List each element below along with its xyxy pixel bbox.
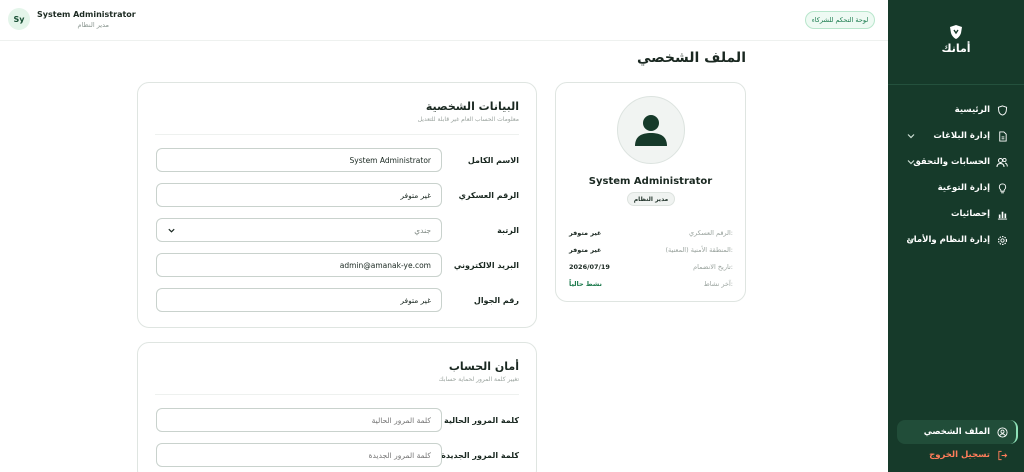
mobile-label: رقم الجوال [473, 296, 519, 305]
card-subtitle: معلومات الحساب العام غير قابلة للتعديل [417, 116, 519, 123]
military-number-field[interactable] [156, 183, 442, 207]
sidebar-item-label: إحصائيات [950, 209, 990, 219]
chevron-down-icon [907, 134, 915, 139]
current-password-label: كلمة المرور الحالية [443, 416, 519, 425]
info-row-security-zone: المنطقة الأمنية (المعنية): غير متوفر [569, 246, 733, 256]
info-value: 2026/07/19 [569, 263, 610, 271]
current-password-input[interactable] [156, 408, 442, 432]
profile-card: System Administrator مدير النظام الرقم ا… [555, 82, 746, 302]
user-role: مدير النظام [77, 21, 109, 29]
avatar[interactable]: Sy [8, 8, 30, 30]
new-password-label: كلمة المرور الجديدة [441, 451, 519, 460]
mobile-field[interactable] [156, 288, 442, 312]
info-value: نشط حالياً [569, 280, 602, 288]
user-name: System Administrator [37, 10, 136, 19]
sidebar-item-system-security[interactable]: إدارة النظام والأمان [888, 228, 1024, 252]
lightbulb-icon [996, 182, 1008, 194]
new-password-input[interactable] [156, 443, 442, 467]
rank-select[interactable]: جندي [156, 218, 442, 242]
page-title: الملف الشخصي [636, 50, 746, 66]
info-value: غير متوفر [569, 246, 602, 254]
chevron-down-icon [168, 228, 175, 233]
bar-chart-icon [996, 208, 1008, 220]
divider [155, 394, 519, 395]
info-label: تاريخ الانضمام: [693, 263, 733, 271]
chevron-down-icon [907, 238, 915, 243]
top-header: Sy System Administrator مدير النظام لوحة… [0, 0, 888, 41]
sidebar-item-label: إدارة النظام والأمان [906, 235, 990, 245]
user-circle-icon [996, 426, 1008, 438]
sidebar-item-label: إدارة البلاغات [933, 131, 990, 141]
military-number-label: الرقم العسكري [458, 191, 519, 200]
info-row-last-activity: آخر نشاط: نشط حالياً [569, 280, 733, 290]
rank-placeholder: جندي [414, 225, 431, 235]
info-label: الرقم العسكري: [688, 229, 733, 237]
info-value: غير متوفر [569, 229, 602, 237]
personal-data-card: البيانات الشخصية معلومات الحساب العام غي… [137, 82, 537, 328]
sidebar-item-home[interactable]: الرئيسية [888, 98, 1024, 122]
logout-icon [996, 449, 1008, 461]
document-icon [996, 130, 1008, 142]
partner-dashboard-button[interactable]: لوحة التحكم للشركاء [805, 11, 875, 29]
info-row-military-number: الرقم العسكري: غير متوفر [569, 229, 733, 239]
email-field[interactable] [156, 253, 442, 277]
rank-label: الرتبة [497, 226, 519, 235]
full-name-field[interactable] [156, 148, 442, 172]
logout-label: تسجيل الخروج [929, 450, 990, 460]
shield-icon [996, 104, 1008, 116]
info-label: المنطقة الأمنية (المعنية): [665, 246, 733, 254]
info-label: آخر نشاط: [703, 280, 733, 288]
sidebar-item-label: الحسابات والتحقق [913, 157, 990, 167]
users-icon [996, 156, 1008, 168]
card-title: البيانات الشخصية [425, 100, 519, 113]
logo-text: أمانك [941, 42, 971, 55]
sidebar-item-reports[interactable]: إدارة البلاغات [888, 124, 1024, 148]
user-avatar-icon [617, 96, 685, 164]
chevron-down-icon [907, 160, 915, 165]
info-row-join-date: تاريخ الانضمام: 2026/07/19 [569, 263, 733, 273]
divider [888, 84, 1024, 85]
sidebar-item-profile[interactable]: الملف الشخصي [897, 420, 1018, 444]
gear-icon [996, 234, 1008, 246]
email-label: البريد الالكتروني [453, 261, 519, 270]
sidebar-item-label: الرئيسية [954, 105, 990, 115]
full-name-label: الاسم الكامل [467, 156, 519, 165]
divider [155, 134, 519, 135]
card-subtitle: تغيير كلمة المرور لحماية حسابك [438, 376, 519, 383]
logout-button[interactable]: تسجيل الخروج [888, 443, 1024, 467]
account-security-card: أمان الحساب تغيير كلمة المرور لحماية حسا… [137, 342, 537, 472]
sidebar-item-statistics[interactable]: إحصائيات [888, 202, 1024, 226]
sidebar: أمانك الرئيسية إدارة البلاغات الحسابات و… [888, 0, 1024, 472]
sidebar-item-accounts[interactable]: الحسابات والتحقق [888, 150, 1024, 174]
logo: أمانك [888, 24, 1024, 58]
shield-logo-icon [950, 25, 962, 39]
sidebar-item-label: الملف الشخصي [923, 427, 990, 437]
sidebar-item-awareness[interactable]: إدارة التوعية [888, 176, 1024, 200]
card-title: أمان الحساب [448, 360, 519, 373]
profile-name: System Administrator [588, 176, 713, 187]
role-badge: مدير النظام [627, 192, 675, 206]
sidebar-item-label: إدارة التوعية [937, 183, 990, 193]
